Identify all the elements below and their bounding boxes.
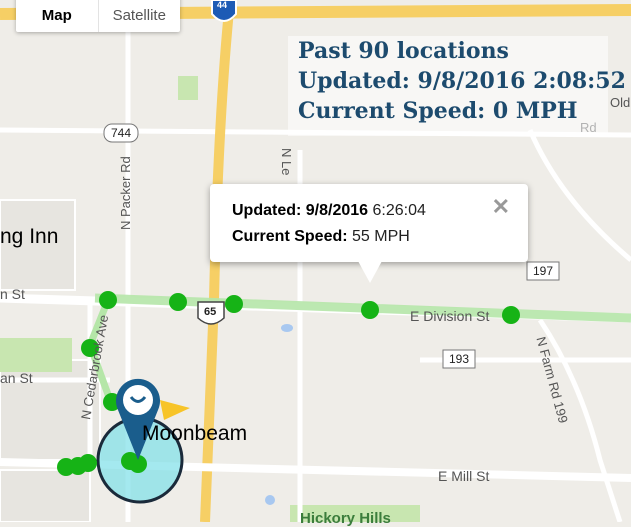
pond — [281, 324, 293, 332]
info-speed-label: Current Speed: — [232, 228, 348, 245]
map-type-map-button[interactable]: Map — [16, 0, 99, 32]
route-point[interactable] — [502, 306, 520, 324]
shield-65-label: 65 — [204, 306, 217, 318]
street-label-n-le: N Le — [279, 148, 294, 176]
poi-label-inn: ng Inn — [0, 225, 59, 248]
overlay-speed: Current Speed: 0 MPH — [298, 98, 578, 124]
info-speed-row: Current Speed: 55 MPH — [232, 228, 410, 246]
route-point[interactable] — [79, 454, 97, 472]
close-icon[interactable]: ✕ — [492, 196, 510, 218]
park-area — [0, 338, 72, 372]
area-label-hickory-hills: Hickory Hills — [300, 510, 391, 527]
map-type-satellite-button[interactable]: Satellite — [99, 0, 181, 32]
info-window: Updated: 9/8/2016 6:26:04 Current Speed:… — [210, 184, 528, 262]
route-point[interactable] — [169, 293, 187, 311]
street-label-n-packer: N Packer Rd — [118, 156, 133, 230]
overlay-updated: Updated: 9/8/2016 2:08:52 — [298, 68, 626, 94]
shield-i44-label: 44 — [217, 0, 228, 10]
route-point[interactable] — [99, 291, 117, 309]
info-updated-time: 6:26:04 — [372, 202, 426, 219]
info-window-tail — [358, 261, 382, 283]
poi-label-moonbeam: Moonbeam — [142, 422, 248, 445]
route-point[interactable] — [225, 295, 243, 313]
street-label-n-st: n St — [0, 286, 25, 302]
route-point[interactable] — [361, 301, 379, 319]
street-label-e-mill: E Mill St — [438, 468, 490, 484]
overlay-title: Past 90 locations — [298, 38, 509, 64]
status-overlay: Past 90 locations Updated: 9/8/2016 2:08… — [288, 36, 626, 136]
shield-197-label: 197 — [533, 264, 554, 278]
info-updated-row: Updated: 9/8/2016 6:26:04 — [232, 202, 426, 220]
map-type-control: Map Satellite — [16, 0, 180, 32]
info-speed-value: 55 MPH — [352, 228, 410, 245]
street-label-old-wire: Old W — [610, 95, 631, 110]
shield-193-label: 193 — [449, 352, 470, 366]
info-updated-label: Updated: 9/8/2016 — [232, 202, 369, 219]
shield-744-label: 744 — [111, 126, 132, 140]
street-label-an-st: an St — [0, 370, 33, 386]
pond — [265, 495, 275, 505]
street-label-e-division: E Division St — [410, 308, 490, 324]
park-area — [178, 76, 198, 100]
